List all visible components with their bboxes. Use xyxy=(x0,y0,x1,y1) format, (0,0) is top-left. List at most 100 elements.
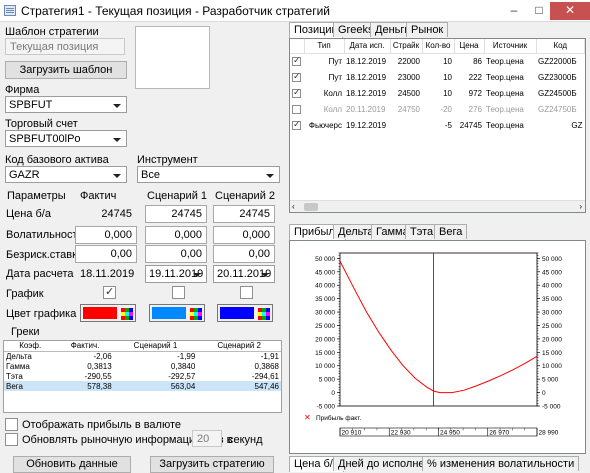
show-profit-checkbox[interactable] xyxy=(5,418,18,431)
calc-date-scenario2-select[interactable]: 20.11.2019 xyxy=(213,265,275,283)
cell-date: 18.12.2019 xyxy=(346,88,387,98)
rate-label: Безриск.ставка xyxy=(6,249,84,261)
minimize-button[interactable]: – xyxy=(502,2,526,20)
y-tick-label-left: 45 000 xyxy=(315,269,335,276)
template-preview xyxy=(135,26,210,89)
positions-table: Тип Дата исп. Страйк Кол-во Цена Источни… xyxy=(289,38,586,213)
positions-hscrollbar[interactable]: ‹ › xyxy=(290,200,585,212)
firm-select[interactable]: SPBFUT xyxy=(5,96,127,113)
cell-price: 24745 xyxy=(459,120,482,130)
chevron-down-icon xyxy=(193,273,201,277)
vol-actual-input[interactable]: 0,000 xyxy=(75,226,137,244)
vol-scenario1-input[interactable]: 0,000 xyxy=(145,226,207,244)
col-qty[interactable]: Кол-во xyxy=(422,39,455,54)
chevron-down-icon xyxy=(261,273,269,277)
col-date[interactable]: Дата исп. xyxy=(344,39,391,54)
update-data-button[interactable]: Обновить данные xyxy=(13,456,131,473)
scroll-left-icon[interactable]: ‹ xyxy=(292,202,295,211)
template-label: Шаблон стратегии xyxy=(5,26,99,38)
y-tick-label-left: 40 000 xyxy=(315,283,335,290)
greek-name: Вега xyxy=(4,381,57,391)
col-code[interactable]: Код xyxy=(536,39,585,54)
calc-date-scenario1-select[interactable]: 19.11.2019 xyxy=(145,265,207,283)
refresh-unit-label: секунд xyxy=(228,434,263,446)
y-tick-label-right: 0 xyxy=(542,390,546,397)
table-row[interactable]: Тэта -290,55 -292,57 -294,61 xyxy=(4,371,281,381)
rate-scenario2-input[interactable]: 0,00 xyxy=(213,245,275,263)
y-tick-label-left: 10 000 xyxy=(315,363,335,370)
greeks-header-coef: Коэф. xyxy=(4,341,57,352)
tab-market[interactable]: Рынок xyxy=(406,22,449,37)
y-tick-label-left: 5 000 xyxy=(319,377,336,384)
cell-price: 276 xyxy=(468,104,482,114)
greek-name: Гамма xyxy=(6,361,30,371)
y-tick-label-right: 50 000 xyxy=(542,256,562,263)
table-row[interactable]: Фьючерс 19.12.2019 -5 24745 Теор.цена GZ xyxy=(290,117,585,133)
scroll-thumb[interactable] xyxy=(304,203,318,211)
positions-tabs: Позиции Greeks Деньги Рынок xyxy=(289,22,590,39)
base-asset-select[interactable]: GAZR xyxy=(5,166,127,183)
row-checkbox[interactable] xyxy=(292,55,301,66)
chevron-down-icon xyxy=(266,174,274,178)
table-row[interactable]: Вега 578,38 563,04 547,46 xyxy=(4,381,281,391)
load-strategy-button[interactable]: Загрузить стратегию xyxy=(150,456,274,473)
y-tick-label-left: 30 000 xyxy=(315,310,335,317)
y-tick-label-right: 10 000 xyxy=(542,363,562,370)
price-scenario2-input[interactable]: 24745 xyxy=(213,205,275,223)
palette-icon xyxy=(190,308,202,320)
greek-value: 0,3840 xyxy=(170,361,196,371)
color-picker-actual[interactable] xyxy=(80,304,136,322)
table-row[interactable]: Гамма 0,3813 0,3840 0,3868 xyxy=(4,361,281,371)
rate-actual-input[interactable]: 0,00 xyxy=(75,245,137,263)
row-checkbox[interactable] xyxy=(292,87,301,98)
calc-date-actual: 18.11.2019 xyxy=(80,268,135,280)
row-checkbox[interactable] xyxy=(292,119,301,130)
tab-volatility-change[interactable]: % изменения волатильности xyxy=(422,456,580,471)
cell-price: 222 xyxy=(468,72,482,82)
maximize-button[interactable]: □ xyxy=(527,2,551,20)
chart-scenario2-checkbox[interactable] xyxy=(240,286,253,299)
greek-value: -294,61 xyxy=(251,371,279,381)
cell-strike: 24750 xyxy=(397,104,420,114)
chart-toggle-label: График xyxy=(6,288,44,300)
tab-vega[interactable]: Вега xyxy=(434,224,468,239)
chart-scenario1-checkbox[interactable] xyxy=(172,286,185,299)
auto-refresh-checkbox[interactable] xyxy=(5,433,18,446)
row-checkbox[interactable] xyxy=(292,71,301,82)
table-row[interactable]: Пут 18.12.2019 23000 10 222 Теор.цена GZ… xyxy=(290,69,585,85)
cell-type: Пут xyxy=(328,72,342,82)
color-picker-scenario2[interactable] xyxy=(217,304,273,322)
palette-icon xyxy=(258,308,270,320)
col-strike[interactable]: Страйк xyxy=(390,39,423,54)
vol-scenario2-input[interactable]: 0,000 xyxy=(213,226,275,244)
col-price[interactable]: Цена xyxy=(454,39,485,54)
col-source[interactable]: Источник xyxy=(484,39,537,54)
account-select[interactable]: SPBFUT00lPo xyxy=(5,130,127,147)
cell-code: GZ23000Б xyxy=(538,72,577,82)
instrument-select[interactable]: Все xyxy=(137,166,280,183)
price-actual: 24745 xyxy=(75,205,137,223)
chart-actual-checkbox[interactable] xyxy=(103,285,116,299)
account-label: Торговый счет xyxy=(5,118,78,130)
y-tick-label-left: 20 000 xyxy=(315,336,335,343)
refresh-interval-input[interactable]: 20 xyxy=(192,430,222,447)
rate-scenario1-input[interactable]: 0,00 xyxy=(145,245,207,263)
row-checkbox[interactable] xyxy=(292,104,301,114)
table-row[interactable]: Колл 18.12.2019 24500 10 972 Теор.цена G… xyxy=(290,85,585,101)
palette-icon xyxy=(121,308,133,320)
close-button[interactable]: ✕ xyxy=(550,2,590,20)
scroll-right-icon[interactable]: › xyxy=(579,202,582,211)
table-row[interactable]: Дельта -2,06 -1,99 -1,91 xyxy=(4,351,281,361)
color-swatch-actual xyxy=(83,307,117,319)
col-type[interactable]: Тип xyxy=(304,39,345,54)
price-scenario1-input[interactable]: 24745 xyxy=(145,205,207,223)
greek-name: Дельта xyxy=(6,351,32,361)
greek-value: 0,3813 xyxy=(87,361,112,371)
cell-strike: 22000 xyxy=(397,56,420,66)
load-template-button[interactable]: Загрузить шаблон xyxy=(5,61,127,79)
color-swatch-scenario1 xyxy=(152,307,186,319)
calc-date-label: Дата расчета xyxy=(6,268,74,280)
table-row[interactable]: Колл 20.11.2019 24750 -20 276 Теор.цена … xyxy=(290,101,585,117)
table-row[interactable]: Пут 18.12.2019 22000 10 86 Теор.цена GZ2… xyxy=(290,53,585,69)
color-picker-scenario1[interactable] xyxy=(149,304,205,322)
